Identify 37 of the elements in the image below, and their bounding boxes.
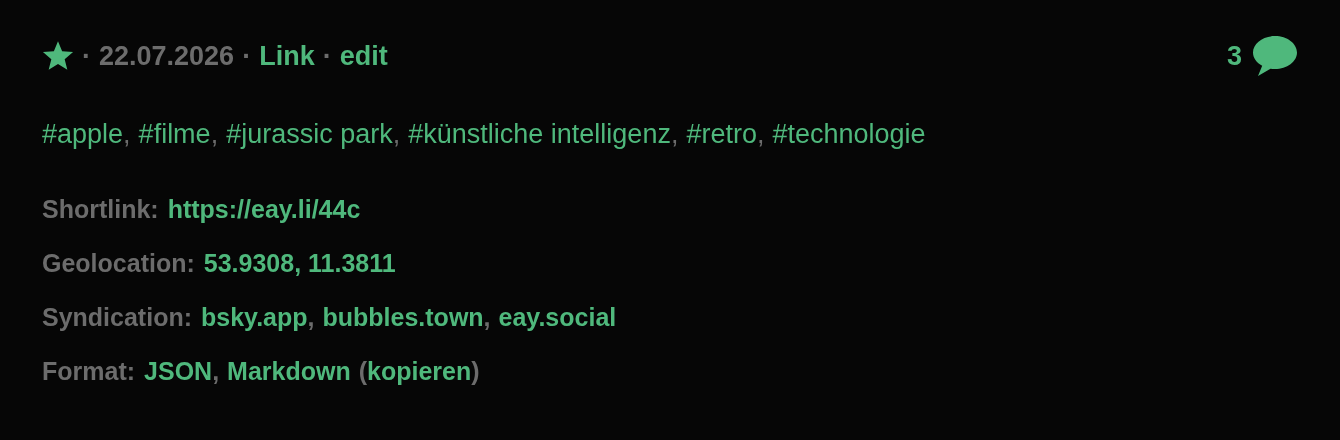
field-label: Geolocation: (42, 248, 195, 278)
link[interactable]: kopieren (367, 356, 472, 386)
link[interactable]: bubbles.town (322, 302, 484, 332)
separator-text: , (756, 118, 765, 151)
link[interactable]: #retro (686, 114, 757, 154)
speech-bubble-icon[interactable] (1252, 35, 1298, 77)
link[interactable]: https://eay.li/44c (167, 194, 361, 224)
post-date: 22.07.2026 (99, 40, 235, 72)
bracket-text: ) (471, 356, 480, 386)
separator-text: , (210, 118, 219, 151)
separator-text: , (123, 118, 131, 151)
separator-text: · (82, 40, 91, 72)
separator-text: , (392, 118, 401, 151)
bracket-text: ( (358, 356, 368, 386)
field-label: Shortlink: (42, 194, 159, 224)
field-label: Syndication: (42, 302, 192, 332)
link[interactable]: Markdown (227, 356, 351, 386)
separator-text: · (322, 40, 332, 72)
link[interactable]: JSON (144, 356, 213, 386)
link[interactable]: #technologie (772, 114, 926, 154)
link[interactable]: #apple (42, 114, 124, 154)
separator-text: , (670, 118, 679, 151)
separator-text: , (307, 302, 315, 332)
link[interactable]: 53.9308, 11.3811 (203, 248, 396, 278)
separator-text: , (483, 302, 491, 332)
separator-text: · (242, 40, 252, 72)
star-icon[interactable] (42, 40, 74, 72)
separator-text: , (212, 356, 220, 386)
link[interactable]: Link (259, 40, 315, 72)
field-label: Format: (42, 356, 136, 386)
link[interactable]: eay.social (498, 302, 617, 332)
link[interactable]: edit (339, 40, 388, 72)
link[interactable]: #künstliche intelligenz (408, 114, 671, 154)
link[interactable]: #filme (138, 114, 211, 154)
link[interactable]: #jurassic park (226, 114, 393, 154)
comment-count[interactable]: 3 (1226, 40, 1242, 72)
link[interactable]: bsky.app (201, 302, 308, 332)
